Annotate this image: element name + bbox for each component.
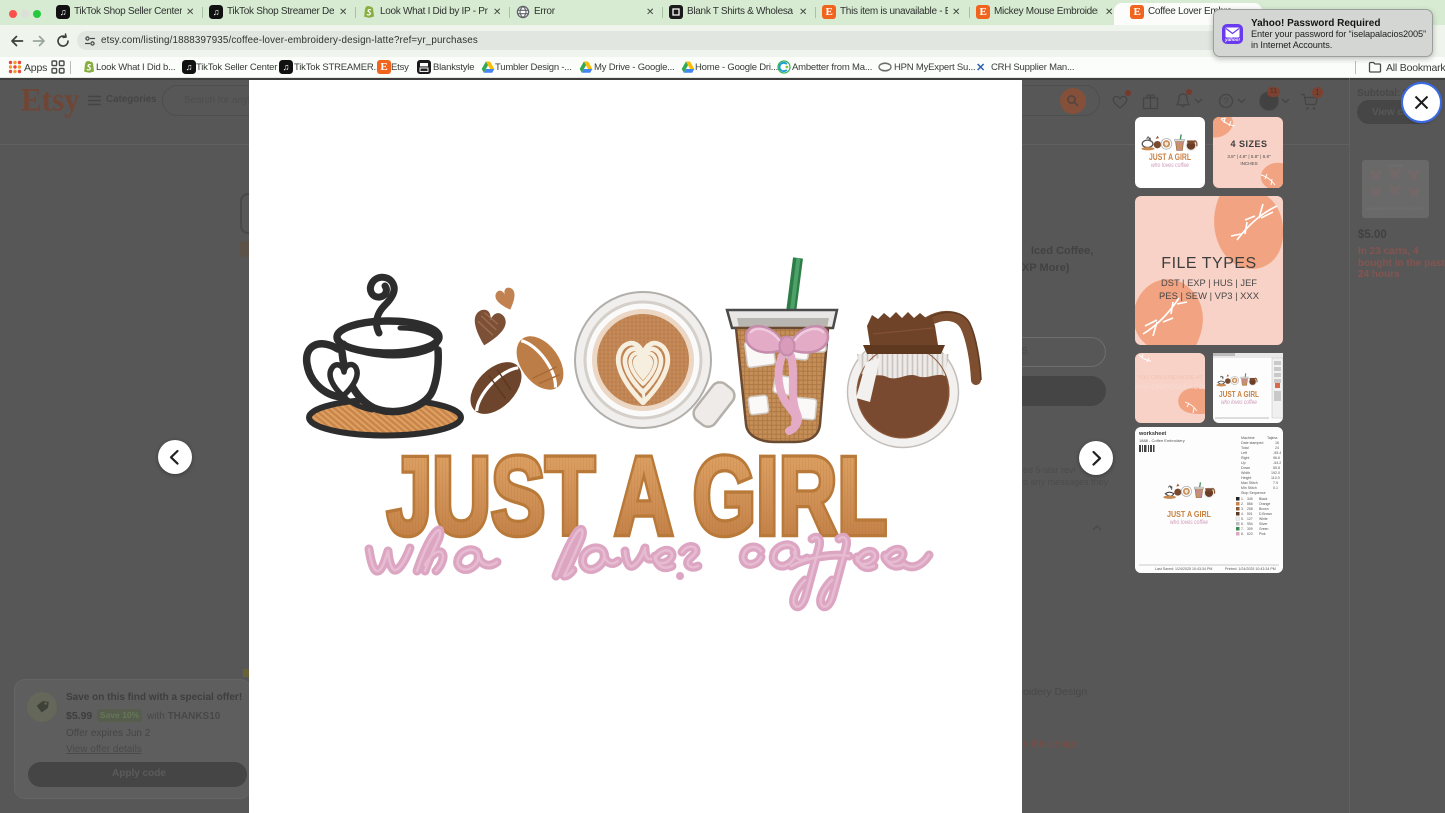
svg-text:Brown: Brown xyxy=(1259,507,1269,511)
svg-text:4.: 4. xyxy=(1241,512,1244,516)
svg-text:Printed: 1/24/2025 10:43:34 PM: Printed: 1/24/2025 10:43:34 PM xyxy=(1225,567,1276,571)
svg-text:1.: 1. xyxy=(1241,497,1244,501)
svg-text:4 SIZES: 4 SIZES xyxy=(1230,139,1267,149)
svg-text:?: ? xyxy=(1223,96,1228,106)
svg-text:Left: Left xyxy=(1241,451,1247,455)
svg-text:6.: 6. xyxy=(1241,522,1244,526)
svg-text:INCHES: INCHES xyxy=(1240,161,1257,166)
svg-text:-95.4: -95.4 xyxy=(1273,451,1281,455)
svg-text:Min Stitch: Min Stitch xyxy=(1241,486,1257,490)
svg-text:Right: Right xyxy=(1241,456,1249,460)
svg-text:DST | EXP | HUS | JEF: DST | EXP | HUS | JEF xyxy=(1161,278,1258,288)
svg-text:Down: Down xyxy=(1241,466,1250,470)
svg-text:954: 954 xyxy=(1247,522,1253,526)
svg-text:866: 866 xyxy=(1247,502,1253,506)
svg-text:309: 309 xyxy=(1247,527,1253,531)
svg-text:PES | SEW | VP3 | XXX: PES | SEW | VP3 | XXX xyxy=(1159,291,1259,301)
svg-text:Last Saved: 1/24/2025 10:43:34: Last Saved: 1/24/2025 10:43:34 PM xyxy=(1155,567,1212,571)
svg-text:5.: 5. xyxy=(1241,517,1244,521)
svg-text:who loves coffee: who loves coffee xyxy=(1170,520,1209,526)
svg-text:8.: 8. xyxy=(1241,532,1244,536)
svg-text:worksheet: worksheet xyxy=(1138,431,1166,437)
svg-text:Green: Green xyxy=(1259,527,1269,531)
svg-text:55.8: 55.8 xyxy=(1273,466,1280,470)
svg-text:2.: 2. xyxy=(1241,502,1244,506)
svg-text:Black: Black xyxy=(1259,497,1268,501)
svg-text:127: 127 xyxy=(1247,517,1253,521)
svg-text:623: 623 xyxy=(1247,532,1253,536)
svg-text:Machine: Machine xyxy=(1241,436,1255,440)
svg-text:FILE TYPES: FILE TYPES xyxy=(1161,255,1256,272)
svg-text:D.Brown: D.Brown xyxy=(1259,512,1272,516)
svg-text:Total: Total xyxy=(1241,446,1249,450)
svg-text:7.: 7. xyxy=(1241,527,1244,531)
svg-text:Orange: Orange xyxy=(1259,502,1270,506)
svg-text:JUST A GIRL: JUST A GIRL xyxy=(1149,152,1191,162)
svg-text:Up: Up xyxy=(1241,461,1246,465)
svg-text:Width: Width xyxy=(1241,471,1250,475)
svg-text:110.0: 110.0 xyxy=(1271,476,1280,480)
svg-text:who loves coffee: who loves coffee xyxy=(1221,400,1258,406)
svg-text:0.1: 0.1 xyxy=(1273,486,1278,490)
svg-text:16: 16 xyxy=(1275,441,1279,445)
svg-text:3.: 3. xyxy=(1241,507,1244,511)
svg-text:501: 501 xyxy=(1247,512,1253,516)
svg-text:JUST A GIRL: JUST A GIRL xyxy=(1167,509,1211,519)
svg-text:96.6: 96.6 xyxy=(1273,456,1280,460)
svg-text:who loves coffee: who loves coffee xyxy=(1151,162,1189,169)
svg-text:WWW.EMBRODLILY.COM: WWW.EMBRODLILY.COM xyxy=(1135,384,1205,391)
svg-text:4 SIZES: 4 SIZES xyxy=(1388,163,1403,168)
svg-text:White: White xyxy=(1259,517,1268,521)
svg-text:192.0: 192.0 xyxy=(1271,471,1280,475)
svg-text:Pink: Pink xyxy=(1259,532,1266,536)
svg-text:YOU CAN FIND MORE AT: YOU CAN FIND MORE AT xyxy=(1137,375,1203,381)
svg-text:-54.2: -54.2 xyxy=(1273,461,1281,465)
svg-text:WWW.EMBROIDERYDESIGN.COM: WWW.EMBROIDERYDESIGN.COM xyxy=(1366,207,1424,211)
svg-text:7.9: 7.9 xyxy=(1273,481,1278,485)
svg-text:24: 24 xyxy=(1275,446,1279,450)
svg-text:258: 258 xyxy=(1247,507,1253,511)
svg-text:1888 - Coffee Embroidery: 1888 - Coffee Embroidery xyxy=(1139,438,1185,443)
svg-text:Date stamped: Date stamped xyxy=(1241,441,1263,445)
svg-text:Stop Sequence: Stop Sequence xyxy=(1241,491,1266,495)
svg-text:Silver: Silver xyxy=(1259,522,1268,526)
svg-text:Tajima: Tajima xyxy=(1267,436,1277,440)
svg-text:Max Stitch: Max Stitch xyxy=(1241,481,1258,485)
svg-text:3.8" | 4.8" | 5.8" | 6.8": 3.8" | 4.8" | 5.8" | 6.8" xyxy=(1227,154,1271,159)
svg-text:Height: Height xyxy=(1241,476,1251,480)
svg-text:345: 345 xyxy=(1247,497,1253,501)
svg-text:JUST A GIRL: JUST A GIRL xyxy=(1219,390,1259,399)
